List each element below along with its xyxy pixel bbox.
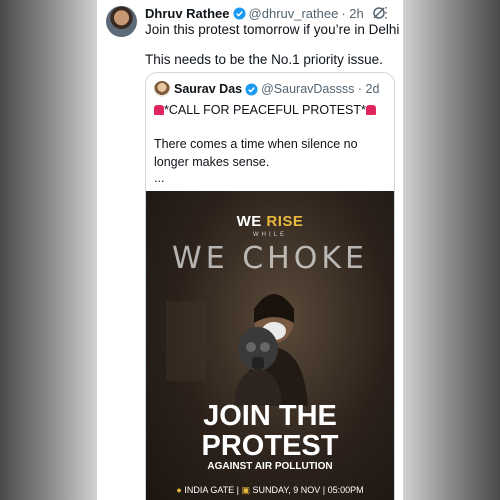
location-pin-icon: ● [176,485,182,495]
siren-icon [365,105,376,115]
quoted-author-name[interactable]: Saurav Das [174,82,242,96]
more-icon[interactable]: ⋮ [379,5,393,19]
poster-we: WE [236,213,267,230]
poster-headline: WE RISE [146,213,394,230]
quoted-author-handle[interactable]: @SauravDassss · 2d [261,82,379,96]
calendar-icon: ▣ [241,485,251,495]
tweet-text-line1: Join this protest tomorrow if you’re in … [145,22,400,37]
author-handle[interactable]: @dhruv_rathee [249,6,339,21]
quoted-avatar[interactable] [154,81,170,97]
poster-join-line2: PROTEST [201,430,339,462]
siren-icon [154,105,164,115]
quoted-text-line2: There comes a time when silence no [154,137,358,151]
timestamp[interactable]: · 2h [341,6,363,21]
author-name[interactable]: Dhruv Rathee [145,6,230,21]
poster-date: SUNDAY, 9 NOV | 05:00PM [252,485,364,495]
verified-badge-icon [245,82,258,96]
poster-rise: RISE [266,213,304,230]
quoted-text-line3: longer makes sense. [154,155,270,169]
poster-while: WHILE [252,232,287,238]
tweet-card[interactable]: Dhruv Rathee @dhruv_rathee · 2h ⋮ Join t… [97,0,403,500]
quoted-text-ellipsis: ... [154,171,165,185]
quoted-tweet[interactable]: Saurav Das @SauravDassss · 2d *CALL FOR … [145,72,395,500]
poster-details: ● INDIA GATE | ▣ SUNDAY, 9 NOV | 05:00PM [146,485,394,496]
quoted-tweet-header: Saurav Das @SauravDassss · 2d [154,81,379,97]
avatar[interactable] [106,6,137,37]
poster-join: JOIN THE PROTEST [146,401,394,461]
poster-choke: WE CHOKE [172,241,368,276]
poster-subtitle: AGAINST AIR POLLUTION [207,461,333,472]
quoted-text-callout: *CALL FOR PEACEFUL PROTEST* [164,103,366,117]
poster-location: INDIA GATE | [184,485,242,495]
quoted-text-line1: *CALL FOR PEACEFUL PROTEST* [154,103,376,117]
verified-badge-icon [232,6,246,20]
poster-image[interactable]: WE RISE WHILE WE CHOKE JOIN THE PROTEST … [146,191,394,500]
tweet-header: Dhruv Rathee @dhruv_rathee · 2h ⋮ [145,4,395,22]
tweet-text-line2: This needs to be the No.1 priority issue… [145,52,383,67]
poster-join-line1: JOIN THE [203,400,337,432]
